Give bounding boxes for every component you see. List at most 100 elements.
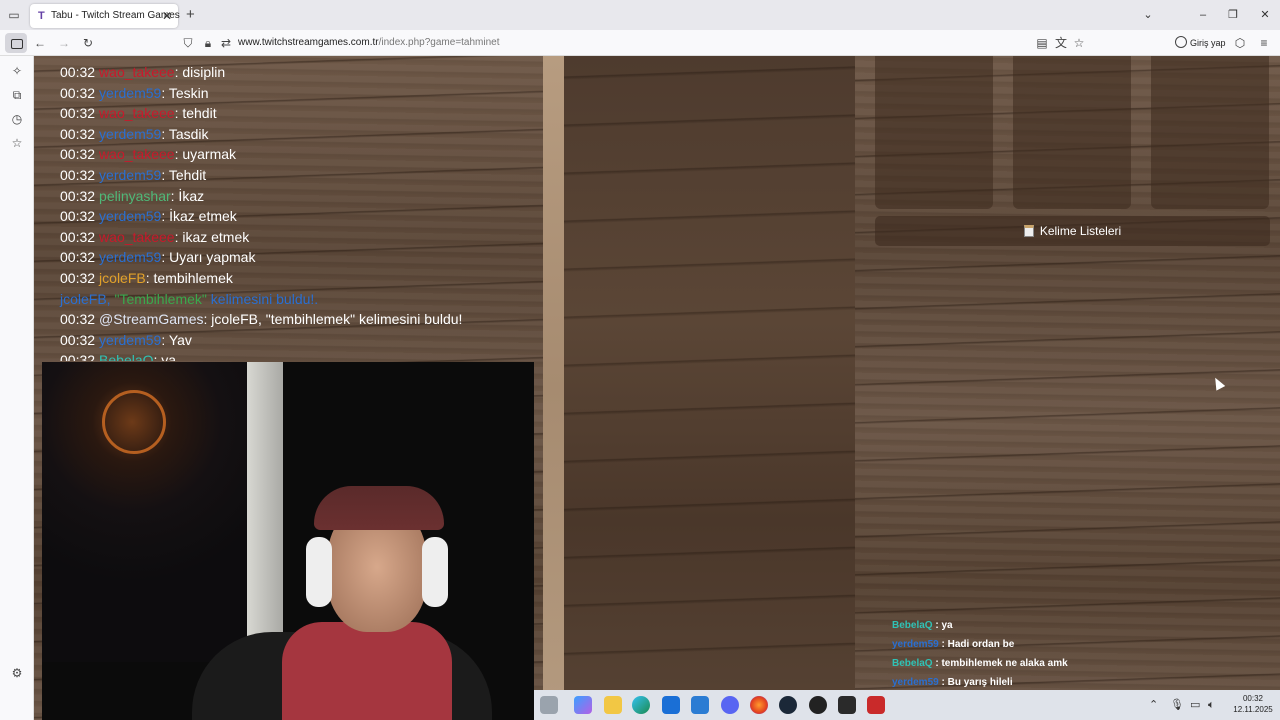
edge-icon[interactable]: [632, 696, 650, 714]
epic-games-icon[interactable]: [838, 696, 856, 714]
overlay-username: BebelaQ: [892, 620, 933, 631]
chat-message: : Tehdit: [161, 166, 207, 183]
overlay-username: yerdem59: [892, 677, 939, 688]
word-lists-label: Kelime Listeleri: [1039, 224, 1122, 238]
chat-line: 00:32 wao_takeee: ikaz etmek: [60, 227, 540, 248]
word-card[interactable]: [875, 56, 993, 209]
word-card[interactable]: [1013, 56, 1131, 209]
tab-title: Tabu - Twitch Stream Games: [51, 10, 180, 21]
chat-line: 00:32 pelinyashar: İkaz: [60, 186, 540, 207]
lock-icon[interactable]: 🔒︎: [200, 35, 216, 51]
tab-overflow-chevron-icon[interactable]: ⌄: [1141, 7, 1155, 23]
url-bar[interactable]: www.twitchstreamgames.com.tr/index.php?g…: [238, 36, 500, 50]
login-label: Giriş yap: [1190, 38, 1226, 48]
navigation-bar: ← → ↻ ⛉ 🔒︎ ⇄ www.twitchstreamgames.com.t…: [0, 30, 1280, 56]
chat-line: 00:32 yerdem59: Tehdit: [60, 165, 540, 186]
chat-message: : tembihlemek: [145, 269, 233, 286]
chat-time: 00:32: [60, 208, 96, 225]
sidebar-toggle-button[interactable]: [5, 33, 27, 53]
minimize-button[interactable]: –: [1196, 7, 1210, 23]
clipboard-icon: [1023, 225, 1034, 237]
history-icon[interactable]: ◷: [9, 111, 25, 127]
chat-time: 00:32: [60, 228, 96, 245]
chat-username: yerdem59: [99, 249, 162, 266]
permissions-icon[interactable]: ⇄: [218, 35, 234, 51]
chat-message: : ya: [153, 352, 177, 362]
microphone-icon[interactable]: 🎙︎: [1170, 698, 1184, 712]
overlay-message: : Hadi ordan be: [941, 639, 1015, 650]
tray-overflow-chevron-icon[interactable]: ⌃: [1149, 698, 1158, 712]
tab-list-icon[interactable]: ▭: [6, 7, 22, 23]
synced-tabs-icon[interactable]: ⧉: [9, 87, 25, 103]
maximize-button[interactable]: ❐: [1226, 7, 1240, 23]
chat-time: 00:32: [60, 146, 96, 163]
bookmark-star-icon[interactable]: ☆: [1071, 35, 1087, 51]
overlay-username: BebelaQ: [892, 658, 933, 669]
chat-time: 00:32: [60, 269, 96, 286]
chat-time: 00:32: [60, 187, 96, 204]
chat-username: wao_takeee: [99, 228, 175, 245]
translate-icon[interactable]: 文: [1053, 35, 1069, 51]
discord-icon[interactable]: [721, 696, 739, 714]
firefox-icon[interactable]: [750, 696, 768, 714]
network-icon[interactable]: ▭: [1190, 698, 1200, 712]
overlay-chat-line: BebelaQ : tembihlemek ne alaka amk: [892, 654, 1272, 673]
store-icon[interactable]: [662, 696, 680, 714]
extensions-icon[interactable]: ⬡: [1232, 35, 1248, 51]
browser-sidebar: ✧ ⧉ ◷ ☆ ⚙: [0, 56, 34, 720]
chat-message: : İkaz etmek: [161, 208, 237, 225]
account-icon: [1175, 36, 1187, 48]
word-lists-button[interactable]: Kelime Listeleri: [875, 216, 1270, 246]
streamer-shirt: [282, 622, 452, 720]
wood-panel-divider: [543, 56, 564, 720]
login-button[interactable]: Giriş yap: [1168, 32, 1228, 54]
settings-gear-icon[interactable]: ⚙: [9, 665, 25, 681]
shield-icon[interactable]: ⛉: [180, 35, 196, 51]
browser-tab[interactable]: T Tabu - Twitch Stream Games ✕: [30, 4, 180, 28]
weather-widget-icon[interactable]: [540, 696, 558, 714]
menu-icon[interactable]: ≡: [1256, 35, 1272, 51]
overlay-message: : tembihlemek ne alaka amk: [935, 658, 1068, 669]
chat-message: : ikaz etmek: [174, 228, 250, 245]
word-found-notice: jcoleFB, "Tembihlemek" kelimesini buldu!…: [60, 289, 540, 310]
chat-username: wao_takeee: [99, 146, 175, 163]
chat-username: wao_takeee: [99, 105, 175, 122]
url-path: /index.php?game=tahminet: [378, 37, 500, 48]
word-card[interactable]: [1151, 56, 1269, 209]
chat-message: : jcoleFB, "tembihlemek" kelimesini buld…: [203, 311, 463, 328]
steam-icon[interactable]: [779, 696, 797, 714]
overlay-message: : ya: [935, 620, 953, 631]
back-arrow-icon[interactable]: ←: [32, 35, 48, 51]
obs-icon[interactable]: [809, 696, 827, 714]
volume-icon[interactable]: 🔈︎: [1208, 698, 1215, 712]
chat-username: yerdem59: [99, 166, 162, 183]
chat-username: wao_takeee: [99, 64, 175, 80]
file-explorer-icon[interactable]: [604, 696, 622, 714]
chat-time: 00:32: [60, 64, 96, 80]
twitch-favicon-icon: T: [38, 10, 45, 22]
chat-line: 00:32 jcoleFB: tembihlemek: [60, 268, 540, 289]
new-tab-button[interactable]: +: [186, 7, 195, 23]
reload-icon[interactable]: ↻: [80, 35, 96, 51]
notice-user: jcoleFB,: [60, 290, 111, 307]
close-window-button[interactable]: ✕: [1258, 7, 1272, 23]
bookmarks-icon[interactable]: ☆: [9, 135, 25, 151]
outlook-icon[interactable]: [691, 696, 709, 714]
ai-chatbot-icon[interactable]: ✧: [9, 63, 25, 79]
wall-poster: [42, 362, 247, 662]
headphone-right: [422, 537, 448, 607]
close-tab-icon[interactable]: ✕: [162, 9, 172, 23]
clock-date: 12.11.2025: [1233, 705, 1273, 714]
chat-username: pelinyashar: [99, 187, 171, 204]
chat-time: 00:32: [60, 331, 96, 348]
chat-username: jcoleFB: [99, 269, 146, 286]
clock-time: 00:32: [1242, 694, 1264, 703]
chat-time: 00:32: [60, 125, 96, 142]
forward-arrow-icon[interactable]: →: [56, 35, 72, 51]
game-launcher-icon[interactable]: [867, 696, 885, 714]
copilot-icon[interactable]: [574, 696, 592, 714]
chat-line: 00:32 BebelaQ: ya: [60, 350, 540, 361]
reader-view-icon[interactable]: ▤: [1034, 35, 1050, 51]
chat-line: 00:32 @StreamGames: jcoleFB, "tembihlemek…: [60, 309, 540, 330]
taskbar-clock[interactable]: 00:32 12.11.2025: [1228, 693, 1278, 715]
